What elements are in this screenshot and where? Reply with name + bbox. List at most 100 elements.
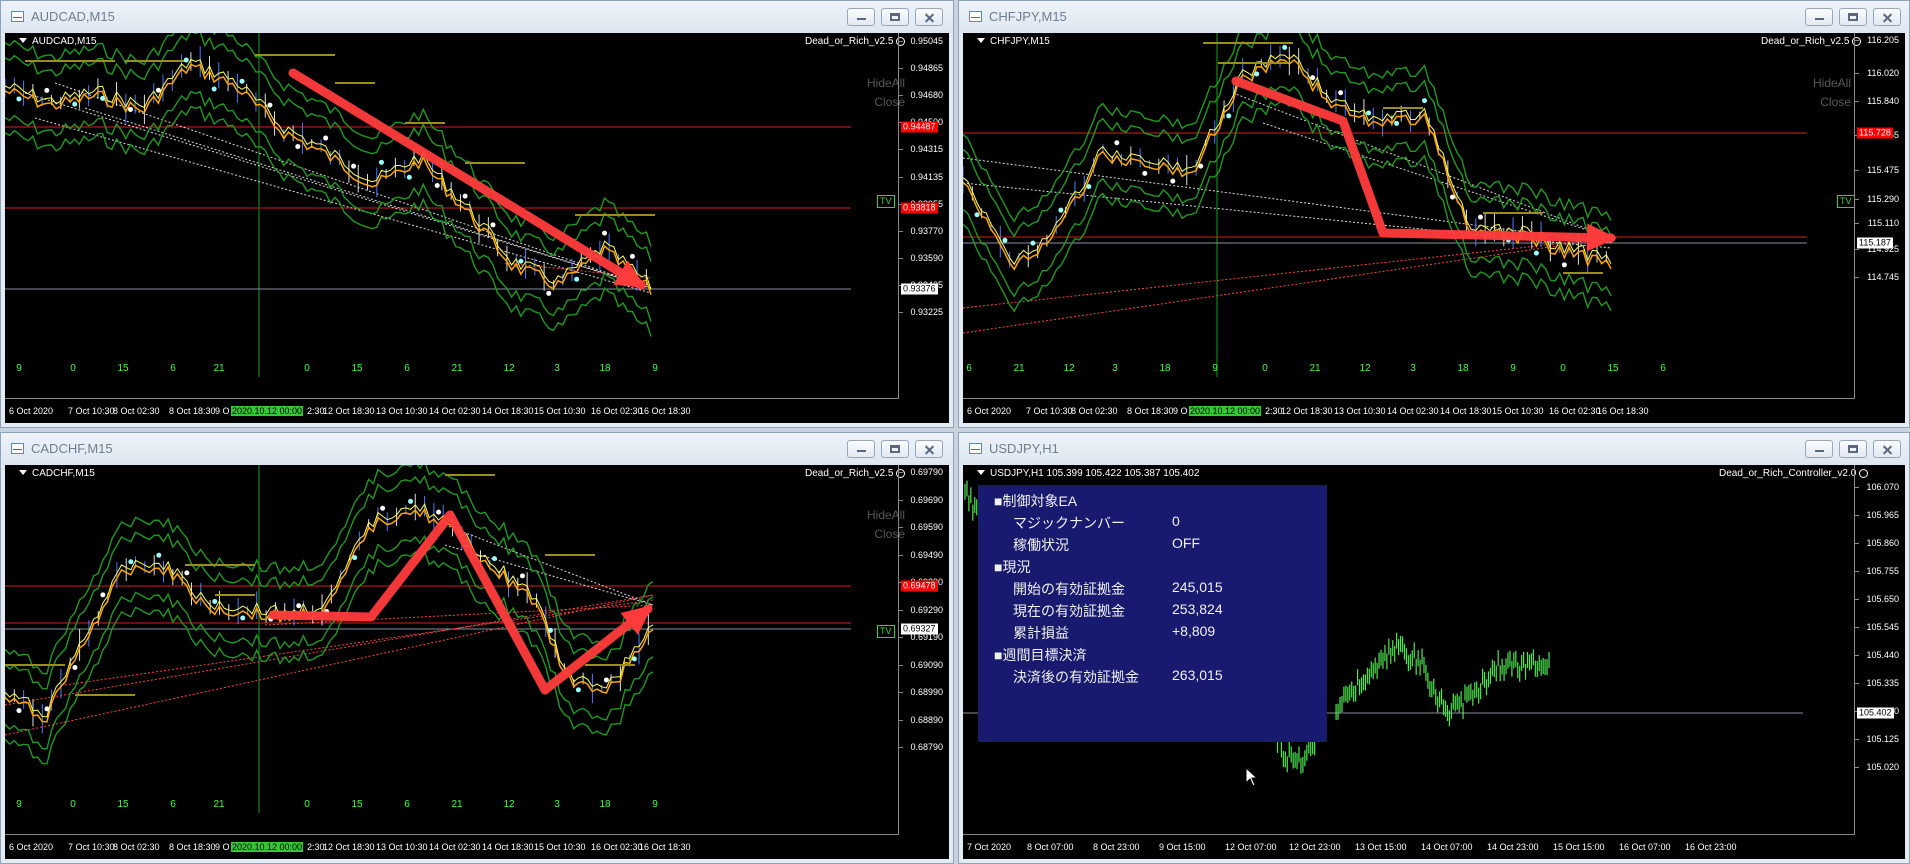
price-tick-mark bbox=[899, 692, 903, 693]
price-tick-mark bbox=[899, 527, 903, 528]
chart-window-usdjpy[interactable]: USDJPY,H1 USDJPY,H1 105.399 105.422 105.… bbox=[958, 432, 1910, 864]
close-window-button[interactable] bbox=[1873, 440, 1901, 458]
minimize-button[interactable] bbox=[847, 440, 875, 458]
time-axis[interactable]: 6 Oct 2020 7 Oct 10:30 8 Oct 02:30 8 Oct 18… bbox=[5, 398, 899, 423]
price-axis[interactable]: 0.697900.696900.695900.694900.693900.692… bbox=[898, 465, 949, 835]
close-window-button[interactable] bbox=[1873, 8, 1901, 26]
magic-number-value: 0 bbox=[1172, 513, 1180, 529]
minimize-button[interactable] bbox=[847, 8, 875, 26]
maximize-button[interactable] bbox=[881, 8, 909, 26]
session-hour-label: 9 bbox=[16, 363, 22, 374]
time-tick-label: 16 Oct 02:30 bbox=[591, 842, 643, 852]
after-settle-equity-label: 決済後の有効証拠金 bbox=[1013, 669, 1139, 685]
maximize-button[interactable] bbox=[881, 440, 909, 458]
time-tick-label: 12 Oct 07:00 bbox=[1225, 842, 1277, 852]
close-positions-button[interactable]: Close bbox=[845, 95, 905, 109]
signal-marker bbox=[296, 603, 302, 609]
time-tick-label: 12 Oct 18:30 bbox=[323, 406, 375, 416]
price-tick-mark bbox=[899, 149, 903, 151]
ea-name-text: Dead_or_Rich_Controller_v2.0 bbox=[1719, 468, 1857, 479]
price-tick-label: 0.93225 bbox=[910, 307, 943, 317]
price-plot[interactable] bbox=[5, 465, 901, 837]
price-tick-mark bbox=[1855, 101, 1859, 102]
price-tick-mark bbox=[899, 637, 903, 638]
session-hour-label: 21 bbox=[451, 799, 463, 810]
chart-canvas[interactable]: CADCHF,M15 Dead_or_Rich_v2.5 HideAll Clo… bbox=[5, 465, 949, 859]
fan-line bbox=[963, 237, 1612, 309]
time-tick-label: 16 Oct 02:30 bbox=[1549, 406, 1601, 416]
time-tick-label: 2020.10.12 00:00 bbox=[231, 406, 304, 416]
price-axis[interactable]: 106.070 105.965 105.860 105.755 105.650 105.5… bbox=[1854, 465, 1905, 835]
chart-window-chfjpy[interactable]: CHFJPY,M15 CHFJPY,M15 Dead_or_Rich_v2.5 … bbox=[958, 0, 1910, 428]
session-hour-label: 18 bbox=[1457, 363, 1469, 374]
close-positions-button[interactable]: Close bbox=[845, 527, 905, 541]
session-hour-label: 12 bbox=[503, 799, 515, 810]
signal-marker bbox=[629, 253, 635, 259]
chart-canvas[interactable]: AUDCAD,M15 Dead_or_Rich_v2.5 HideAll Clo… bbox=[5, 33, 949, 423]
chart-canvas[interactable]: CHFJPY,M15 Dead_or_Rich_v2.5 HideAll Clo… bbox=[963, 33, 1905, 423]
tv-button[interactable]: TV bbox=[877, 195, 895, 208]
current-equity-label: 現在の有効証拠金 bbox=[1013, 603, 1125, 619]
maximize-button[interactable] bbox=[1839, 440, 1867, 458]
envelope-band bbox=[5, 474, 654, 690]
time-axis[interactable]: 6 Oct 2020 7 Oct 10:30 8 Oct 02:30 8 Oct 18… bbox=[963, 398, 1855, 423]
chart-window-cadchf[interactable]: CADCHF,M15 CADCHF,M15 Dead_or_Rich_v2.5 … bbox=[0, 432, 954, 864]
maximize-button[interactable] bbox=[1839, 8, 1867, 26]
time-tick-label: 8 Oct 02:30 bbox=[1071, 406, 1118, 416]
time-tick-label: 16 Oct 23:00 bbox=[1685, 842, 1737, 852]
price-axis[interactable]: 0.950450.948650.946800.945000.943150.941… bbox=[898, 33, 949, 399]
tv-button[interactable]: TV bbox=[1837, 195, 1855, 208]
chart-canvas[interactable]: USDJPY,H1 105.399 105.422 105.387 105.40… bbox=[963, 465, 1905, 859]
ea-name-text: Dead_or_Rich_v2.5 bbox=[805, 468, 894, 479]
window-titlebar[interactable]: AUDCAD,M15 bbox=[1, 1, 953, 33]
session-hour-label: 9 bbox=[652, 363, 658, 374]
hideall-button[interactable]: HideAll bbox=[1791, 76, 1851, 90]
session-hour-label: 18 bbox=[599, 363, 611, 374]
close-window-button[interactable] bbox=[915, 8, 943, 26]
start-equity-label: 開始の有効証拠金 bbox=[1013, 581, 1125, 597]
window-titlebar[interactable]: CADCHF,M15 bbox=[1, 433, 953, 465]
chart-window-audcad[interactable]: AUDCAD,M15 AUDCAD,M15 Dead_or_Rich_v2.5 … bbox=[0, 0, 954, 428]
price-tick-label: 0.94680 bbox=[910, 90, 943, 101]
tv-button[interactable]: TV bbox=[877, 625, 895, 638]
controller-panel: ■制御対象EA マジックナンバー 0 稼働状況 OFF ■現況 開始の有効証拠金… bbox=[978, 485, 1327, 742]
price-tick-label: 0.68890 bbox=[910, 714, 943, 725]
status-value: OFF bbox=[1172, 535, 1200, 551]
price-tick-mark bbox=[899, 257, 903, 259]
hideall-button[interactable]: HideAll bbox=[845, 508, 905, 522]
price-plot[interactable] bbox=[963, 33, 1857, 401]
time-axis[interactable]: 6 Oct 2020 7 Oct 10:30 8 Oct 02:30 8 Oct 18… bbox=[5, 834, 899, 859]
minimize-button[interactable] bbox=[1805, 8, 1833, 26]
status-label: 稼働状況 bbox=[1013, 537, 1069, 553]
signal-marker bbox=[100, 592, 106, 598]
session-hour-label: 15 bbox=[351, 799, 363, 810]
price-axis[interactable]: 116.205116.020115.840115.655115.475115.2… bbox=[1854, 33, 1905, 399]
price-tick-mark bbox=[899, 719, 903, 721]
price-level-label: 0.93818 bbox=[901, 202, 938, 214]
hideall-button[interactable]: HideAll bbox=[845, 76, 905, 90]
time-tick-label: 13 Oct 10:30 bbox=[376, 842, 428, 852]
minimize-button[interactable] bbox=[1805, 440, 1833, 458]
signal-marker bbox=[72, 664, 78, 670]
close-window-button[interactable] bbox=[915, 440, 943, 458]
window-titlebar[interactable]: CHFJPY,M15 bbox=[959, 1, 1909, 33]
envelope-band bbox=[5, 549, 654, 765]
price-tick-mark bbox=[1855, 627, 1859, 628]
close-positions-button[interactable]: Close bbox=[1791, 95, 1851, 109]
signal-marker bbox=[156, 552, 162, 558]
signal-marker bbox=[491, 556, 497, 562]
signal-marker bbox=[602, 230, 608, 236]
window-titlebar[interactable]: USDJPY,H1 bbox=[959, 433, 1909, 465]
price-plot[interactable] bbox=[5, 33, 901, 401]
trend-arrow-line bbox=[288, 68, 646, 290]
price-tick-label: 0.95045 bbox=[910, 36, 943, 46]
time-axis[interactable]: 7 Oct 2020 8 Oct 07:00 8 Oct 23:00 9 Oct 15… bbox=[963, 834, 1855, 859]
signal-marker bbox=[1254, 71, 1260, 77]
symbol-timeframe-label: AUDCAD,M15 bbox=[19, 36, 96, 47]
time-tick-label: 16 Oct 18:30 bbox=[639, 406, 691, 416]
time-tick-label: 14 Oct 18:30 bbox=[482, 406, 534, 416]
time-tick-label: 12 Oct 23:00 bbox=[1289, 842, 1341, 852]
time-tick-label: 8 Oct 02:30 bbox=[113, 406, 160, 416]
time-tick-label: 7 Oct 2020 bbox=[967, 842, 1012, 852]
price-tick-label: 105.965 bbox=[1866, 510, 1899, 520]
